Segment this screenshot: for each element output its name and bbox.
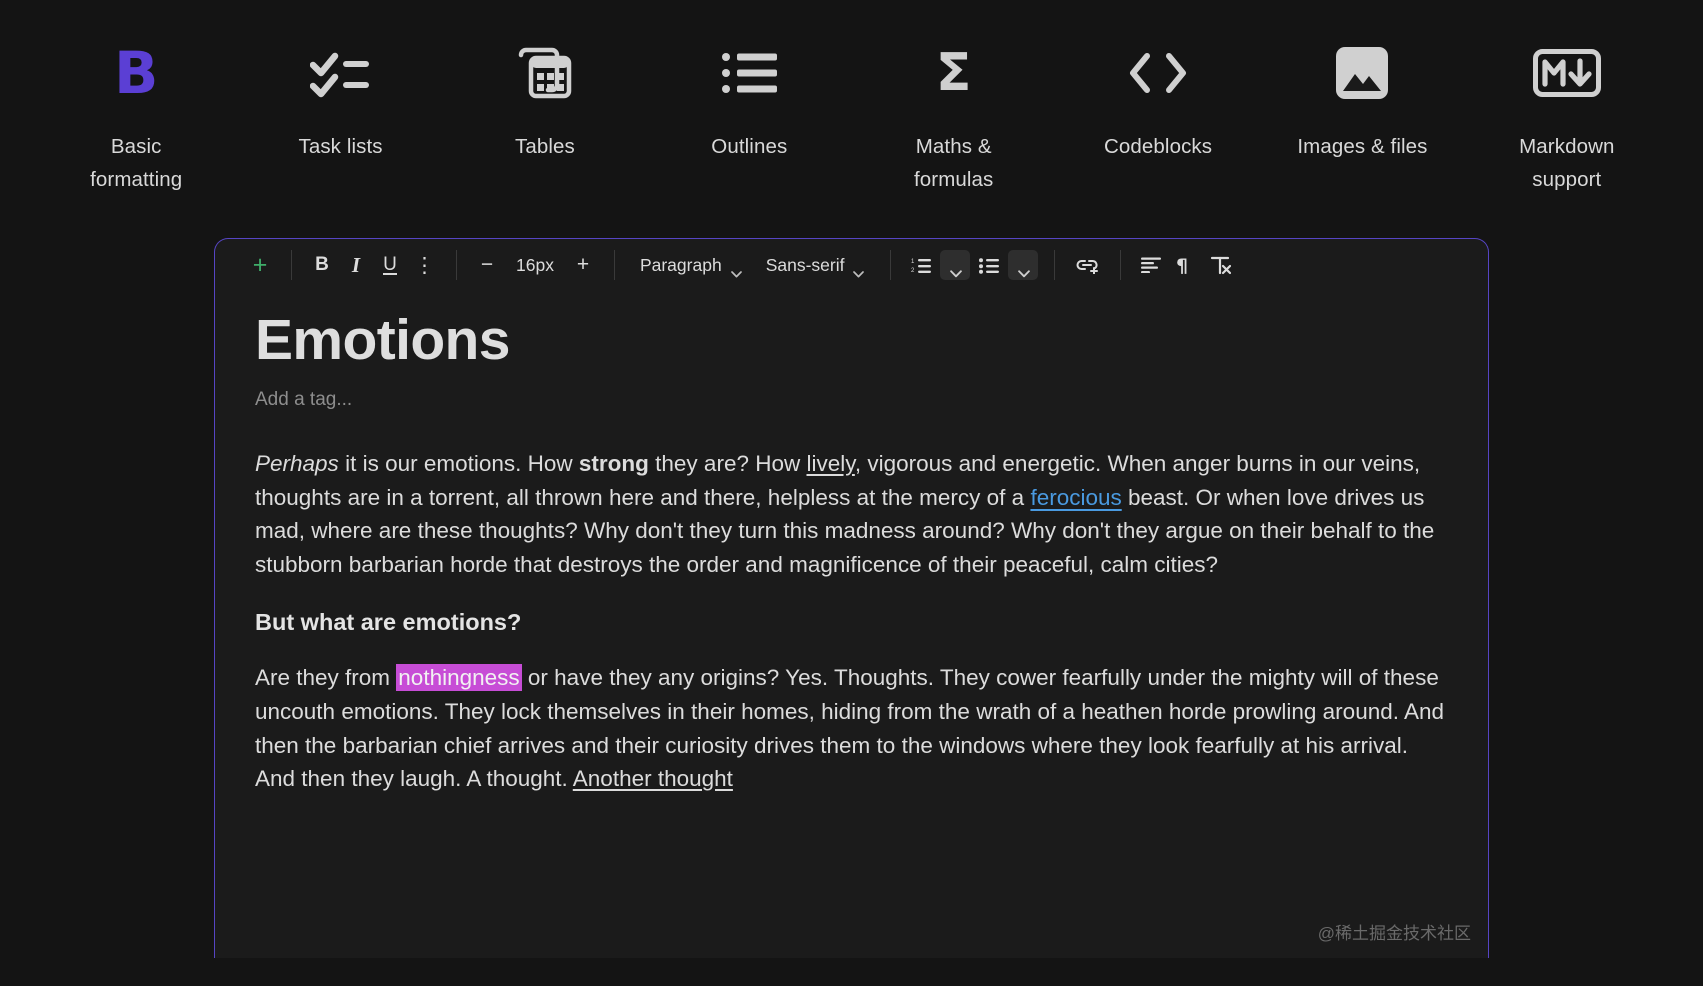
more-options-button[interactable]: ⋮ — [409, 250, 440, 280]
editor-panel: + B I U ⋮ − 16px + Paragraph Sans-serif … — [214, 238, 1489, 958]
underline-label: U — [383, 253, 397, 275]
block-type-label: Paragraph — [639, 254, 722, 275]
editor-wrapper: + B I U ⋮ − 16px + Paragraph Sans-serif … — [214, 238, 1489, 958]
feature-label: Images & files — [1297, 135, 1428, 158]
chevron-down-icon — [853, 262, 865, 277]
paragraph-2[interactable]: Are they from nothingness or have they a… — [255, 661, 1448, 795]
bullet-list-button[interactable] — [974, 250, 1004, 280]
document-title[interactable]: Emotions — [255, 305, 1448, 375]
toolbar-group-link — [1054, 239, 1120, 291]
bold-text: strong — [578, 451, 649, 476]
svg-text:¶: ¶ — [1176, 256, 1188, 275]
toolbar-group-lists: 1 2 — [890, 239, 1054, 291]
markdown-icon — [1532, 42, 1601, 104]
block-type-dropdown[interactable]: Paragraph — [630, 249, 752, 281]
ordered-list-icon: 1 2 — [911, 258, 932, 274]
align-left-button[interactable] — [1136, 250, 1166, 280]
chevron-down-icon — [730, 262, 742, 277]
text-run: they are? How — [648, 451, 807, 476]
text-direction-icon: ¶ — [1176, 256, 1188, 275]
toolbar-group-block-font: Paragraph Sans-serif — [613, 239, 891, 291]
font-family-label: Sans-serif — [765, 254, 845, 275]
text-run: Are they from — [255, 665, 397, 691]
feature-markdown-support[interactable]: Markdown support — [1465, 42, 1669, 196]
font-family-dropdown[interactable]: Sans-serif — [756, 249, 875, 281]
toolbar-group-inline-styles: B I U ⋮ — [291, 239, 456, 291]
clear-formatting-icon — [1211, 256, 1232, 274]
bullet-list-icon — [979, 257, 1000, 274]
ordered-list-options-button[interactable] — [940, 250, 971, 280]
insert-block-button[interactable]: + — [245, 250, 275, 280]
align-left-icon — [1141, 257, 1162, 273]
bold-b-icon: B — [114, 39, 159, 107]
feature-task-lists[interactable]: Task lists — [238, 42, 442, 163]
bold-button[interactable]: B — [307, 250, 337, 280]
feature-maths-formulas[interactable]: Σ Maths & formulas — [852, 42, 1056, 196]
feature-tables[interactable]: Tables — [443, 42, 647, 163]
feature-label: Tables — [515, 135, 575, 158]
text-run: it is our emotions. How — [338, 451, 579, 476]
svg-text:1: 1 — [911, 259, 915, 265]
italic-button[interactable]: I — [341, 250, 371, 280]
italic-text: Perhaps — [255, 451, 339, 476]
feature-label: Task lists — [298, 135, 383, 158]
sigma-icon: Σ — [935, 43, 972, 103]
underlined-text: Another thought — [572, 766, 733, 792]
bullet-outline-icon — [721, 42, 778, 104]
toolbar-group-insert: + — [229, 239, 291, 291]
underline-button[interactable]: U — [375, 250, 405, 280]
toolbar-group-font-size: − 16px + — [456, 239, 614, 291]
feature-label: Codeblocks — [1104, 135, 1213, 158]
clear-formatting-button[interactable] — [1204, 250, 1236, 280]
svg-text:2: 2 — [911, 268, 915, 274]
editor-toolbar: + B I U ⋮ − 16px + Paragraph Sans-serif … — [215, 239, 1488, 291]
feature-label: Outlines — [711, 135, 788, 158]
ordered-list-button[interactable]: 1 2 — [906, 250, 936, 280]
insert-link-button[interactable] — [1070, 250, 1104, 280]
feature-basic-formatting[interactable]: B Basic formatting — [34, 42, 238, 196]
document-body[interactable]: Emotions Add a tag... Perhaps it is our … — [215, 291, 1488, 796]
feature-strip: B Basic formatting Task lists Tables Out… — [0, 0, 1703, 230]
feature-label: Basic formatting — [90, 135, 183, 191]
feature-outlines[interactable]: Outlines — [647, 42, 851, 163]
image-icon — [1335, 42, 1389, 104]
text-direction-button[interactable]: ¶ — [1170, 250, 1200, 280]
heading-but-what-are-emotions[interactable]: But what are emotions? — [255, 605, 1448, 639]
underlined-text: lively — [806, 451, 855, 476]
toolbar-group-paragraph: ¶ — [1120, 239, 1252, 291]
code-brackets-icon — [1127, 42, 1189, 104]
font-size-value[interactable]: 16px — [506, 255, 564, 276]
bullet-list-options-button[interactable] — [1008, 250, 1039, 280]
ferocious-link[interactable]: ferocious — [1030, 485, 1121, 510]
add-tag-input[interactable]: Add a tag... — [255, 389, 1448, 411]
chevron-down-icon — [950, 262, 962, 277]
feature-label: Markdown support — [1519, 135, 1615, 191]
feature-codeblocks[interactable]: Codeblocks — [1056, 42, 1260, 163]
table-icon — [517, 42, 573, 104]
font-size-increase-button[interactable]: + — [568, 250, 598, 280]
highlighted-text: nothingness — [396, 664, 522, 692]
font-size-decrease-button[interactable]: − — [472, 250, 502, 280]
feature-images-files[interactable]: Images & files — [1260, 42, 1464, 163]
feature-label: Maths & formulas — [913, 135, 994, 191]
checklist-icon — [309, 42, 372, 104]
chevron-down-icon — [1018, 262, 1030, 277]
paragraph-1[interactable]: Perhaps it is our emotions. How strong t… — [255, 447, 1448, 581]
link-icon — [1076, 259, 1099, 274]
